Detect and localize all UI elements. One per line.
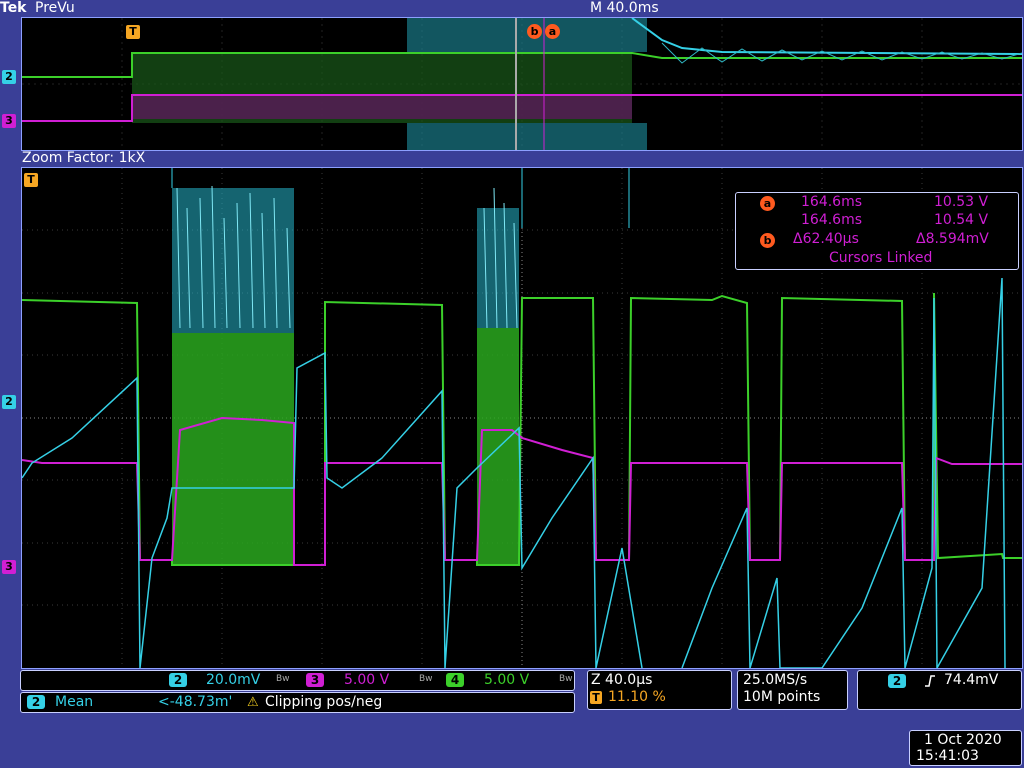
overview-traces [22, 17, 1023, 150]
cursor-a-voltage: 10.53 V [934, 194, 989, 210]
trigger-panel[interactable]: 2 74.4mV [857, 670, 1022, 710]
ch4-badge[interactable]: 4 [446, 673, 464, 687]
warning-icon: ⚠ [247, 695, 259, 710]
clipping-warning: Clipping pos/neg [265, 694, 383, 710]
cursor-b-voltage: 10.54 V [934, 212, 989, 228]
zoom-waveform-display[interactable]: T a 164.6ms 10.53 V 164.6ms 10.54 V b Δ6… [21, 167, 1023, 671]
overview-cursor-a-marker[interactable]: a [545, 24, 560, 39]
measurement-ch-badge: 2 [27, 695, 45, 709]
cursor-delta-time: Δ62.40µs [793, 231, 859, 247]
cursor-b-time: 164.6ms [801, 212, 863, 228]
acquisition-mode: PreVu [35, 0, 75, 16]
zoom-position: Z 40.0µs [591, 672, 653, 688]
ch4-scale[interactable]: 5.00 V [484, 672, 529, 689]
acquisition-panel[interactable]: 25.0MS/s 10M points [737, 670, 848, 710]
sample-rate: 25.0MS/s [743, 672, 808, 688]
trigger-level: 74.4mV [944, 672, 999, 688]
measurement-bar[interactable]: 2 Mean <-48.73m' ⚠ Clipping pos/neg [20, 692, 575, 713]
brand-label: Tek [0, 0, 27, 16]
zoom-ch3-marker[interactable]: 3 [2, 560, 16, 574]
cursor-readout-panel: a 164.6ms 10.53 V 164.6ms 10.54 V b Δ62.… [735, 192, 1019, 270]
zoom-trigger-marker[interactable]: T [24, 173, 38, 187]
ch3-scale[interactable]: 5.00 V [344, 672, 389, 689]
ch3-badge[interactable]: 3 [306, 673, 324, 687]
overview-ch2-marker[interactable]: 2 [2, 70, 16, 84]
overview-ch3-marker[interactable]: 3 [2, 114, 16, 128]
cursor-a-badge: a [760, 196, 775, 211]
record-length: 10M points [743, 689, 821, 705]
ch2-bandwidth-icon: Bᴡ [276, 674, 290, 684]
trigger-position-icon: T [590, 691, 602, 704]
cursors-linked-label: Cursors Linked [829, 250, 933, 266]
channel-settings-bar[interactable]: 2 20.0mV Bᴡ 3 5.00 V Bᴡ 4 5.00 V Bᴡ [20, 670, 575, 691]
trigger-position: 11.10 % [608, 689, 666, 705]
measurement-name: Mean [55, 694, 94, 710]
cursor-delta-voltage: Δ8.594mV [916, 231, 989, 247]
time-label: 15:41:03 [916, 748, 979, 764]
date-label: 1 Oct 2020 [924, 732, 1002, 748]
cursor-b-badge: b [760, 233, 775, 248]
ch2-scale[interactable]: 20.0mV [206, 672, 260, 689]
overview-cursor-b-marker[interactable]: b [527, 24, 542, 39]
horizontal-panel[interactable]: Z 40.0µs T 11.10 % [587, 670, 732, 710]
ch2-badge[interactable]: 2 [169, 673, 187, 687]
overview-trigger-marker[interactable]: T [126, 25, 140, 39]
zoom-factor-label: Zoom Factor: 1kX [22, 150, 146, 166]
overview-waveform-display[interactable]: T b a [21, 17, 1023, 151]
rising-edge-icon [924, 673, 936, 692]
trigger-source-badge: 2 [888, 674, 906, 688]
ch4-bandwidth-icon: Bᴡ [559, 674, 573, 684]
ch3-bandwidth-icon: Bᴡ [419, 674, 433, 684]
zoom-ch2-marker[interactable]: 2 [2, 395, 16, 409]
main-timebase[interactable]: M 40.0ms [590, 0, 659, 16]
datetime-panel: 1 Oct 2020 15:41:03 [909, 730, 1022, 766]
measurement-value: <-48.73m' [158, 694, 233, 710]
cursor-a-time: 164.6ms [801, 194, 863, 210]
